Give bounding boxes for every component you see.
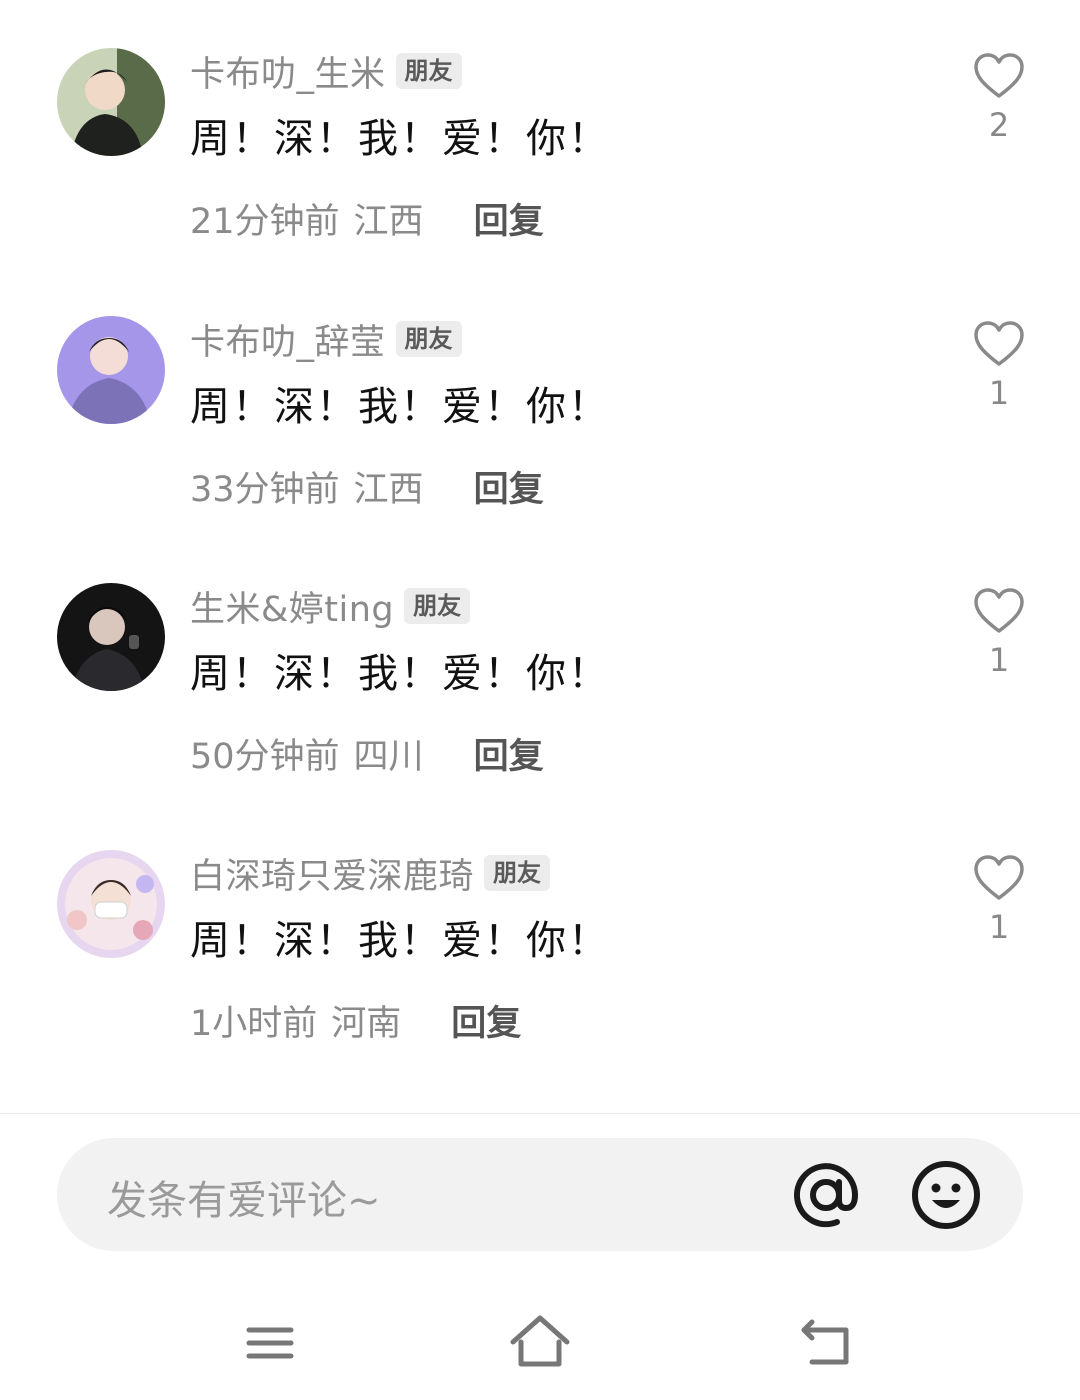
smiley-icon[interactable] (909, 1158, 983, 1232)
comment-input[interactable]: 发条有爱评论~ (57, 1138, 1023, 1251)
comment-time: 50分钟前 (190, 737, 340, 777)
menu-icon[interactable] (235, 1308, 305, 1378)
friend-badge: 朋友 (395, 53, 462, 89)
reply-button[interactable]: 回复 (474, 728, 544, 779)
comment-input-placeholder: 发条有爱评论~ (107, 1178, 381, 1224)
comment-time: 33分钟前 (190, 470, 340, 510)
avatar[interactable] (57, 48, 165, 156)
comment-time: 1小时前 (190, 1004, 318, 1044)
reply-button[interactable]: 回复 (474, 193, 544, 244)
reply-button[interactable]: 回复 (451, 995, 521, 1046)
back-icon[interactable] (792, 1308, 862, 1378)
comment-location: 江西 (353, 202, 424, 242)
username[interactable]: 卡布叻_生米 (190, 46, 386, 97)
divider (0, 1113, 1080, 1114)
comment-item: 卡布叻_生米 朋友 周！深！我！爱！你！ 21分钟前 江西 回复 2 (0, 48, 1080, 278)
avatar-image (57, 48, 165, 156)
reply-button[interactable]: 回复 (474, 461, 544, 512)
comment-location: 江西 (353, 470, 424, 510)
comment-item: 生米&婷ting 朋友 周！深！我！爱！你！ 50分钟前 四川 回复 1 (0, 583, 1080, 813)
avatar[interactable] (57, 583, 165, 691)
friend-badge: 朋友 (404, 588, 471, 624)
comment-text: 周！深！我！爱！你！ (190, 918, 610, 964)
like-count: 1 (988, 641, 1010, 679)
like-button[interactable]: 1 (970, 854, 1028, 946)
comment-item: 卡布叻_辞莹 朋友 周！深！我！爱！你！ 33分钟前 江西 回复 1 (0, 316, 1080, 546)
like-button[interactable]: 1 (970, 320, 1028, 412)
heart-outline-icon (974, 321, 1024, 366)
friend-badge: 朋友 (395, 321, 462, 357)
comment-text: 周！深！我！爱！你！ (190, 384, 610, 430)
like-button[interactable]: 2 (970, 52, 1028, 144)
comment-item: 白深琦只爱深鹿琦 朋友 周！深！我！爱！你！ 1小时前 河南 回复 1 (0, 850, 1080, 1080)
avatar[interactable] (57, 316, 165, 424)
comment-text: 周！深！我！爱！你！ (190, 651, 610, 697)
comment-text: 周！深！我！爱！你！ (190, 116, 610, 162)
comment-location: 四川 (353, 737, 424, 777)
heart-outline-icon (974, 588, 1024, 633)
avatar-image (57, 583, 165, 691)
username[interactable]: 卡布叻_辞莹 (190, 314, 386, 365)
avatar-image (57, 316, 165, 424)
heart-outline-icon (974, 855, 1024, 900)
username[interactable]: 白深琦只爱深鹿琦 (190, 848, 474, 899)
like-count: 1 (988, 908, 1010, 946)
like-button[interactable]: 1 (970, 587, 1028, 679)
system-nav-bar (0, 1290, 1080, 1390)
home-icon[interactable] (505, 1308, 575, 1378)
heart-outline-icon (974, 53, 1024, 98)
avatar[interactable] (57, 850, 165, 958)
at-icon[interactable] (789, 1158, 863, 1232)
comment-location: 河南 (331, 1004, 402, 1044)
comment-time: 21分钟前 (190, 202, 340, 242)
avatar-image (57, 850, 165, 958)
like-count: 1 (988, 374, 1010, 412)
username[interactable]: 生米&婷ting (190, 581, 394, 632)
friend-badge: 朋友 (484, 855, 551, 891)
like-count: 2 (988, 106, 1010, 144)
